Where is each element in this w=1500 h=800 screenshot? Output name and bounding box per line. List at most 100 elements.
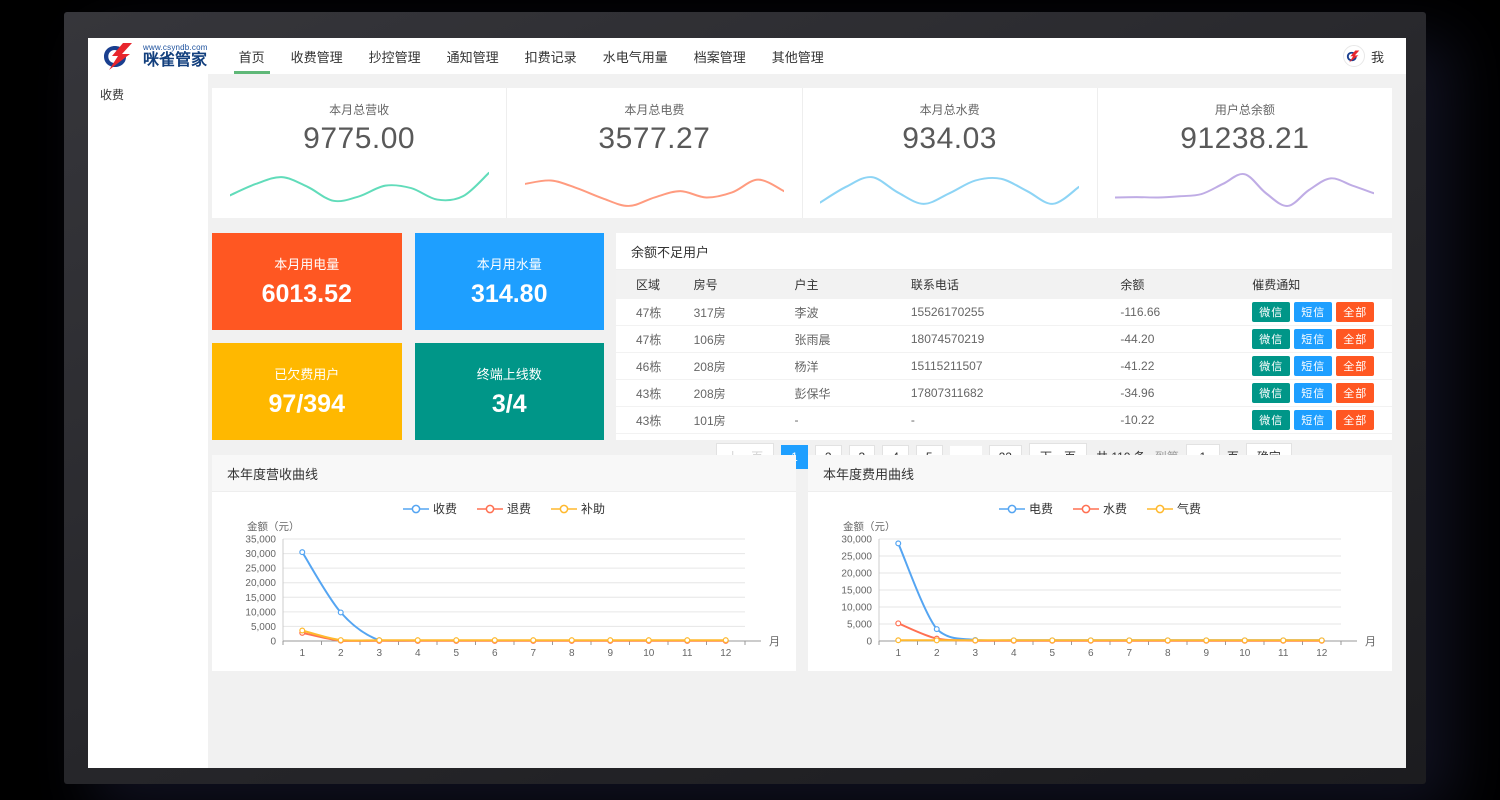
svg-text:25,000: 25,000 (841, 552, 872, 563)
notify-sms-button[interactable]: 短信 (1294, 383, 1332, 403)
stat-sparkline (230, 162, 489, 216)
nav-item-label: 通知管理 (447, 47, 499, 66)
nav-item-7[interactable]: 其他管理 (759, 38, 837, 74)
cell-owner: 彭保华 (794, 380, 910, 407)
nav-item-6[interactable]: 档案管理 (681, 38, 759, 74)
cell-actions: 微信短信全部 (1252, 380, 1392, 407)
notify-sms-button[interactable]: 短信 (1294, 329, 1332, 349)
svg-text:5: 5 (1049, 648, 1055, 659)
notify-wechat-button[interactable]: 微信 (1252, 329, 1290, 349)
legend-item-补助[interactable]: 补助 (551, 500, 605, 517)
notify-all-button[interactable]: 全部 (1336, 302, 1374, 322)
notify-wechat-button[interactable]: 微信 (1252, 302, 1290, 322)
svg-text:8: 8 (569, 648, 575, 659)
cell-phone: 17807311682 (911, 380, 1121, 407)
legend-marker-icon (1147, 504, 1173, 514)
cell-room: 208房 (694, 380, 795, 407)
svg-text:12: 12 (720, 648, 732, 659)
notify-wechat-button[interactable]: 微信 (1252, 410, 1290, 430)
column-header: 房号 (694, 270, 795, 299)
nav-item-0[interactable]: 首页 (226, 38, 278, 74)
svg-text:月: 月 (1365, 636, 1376, 648)
svg-text:0: 0 (866, 637, 872, 648)
table-row: 47栋317房李波15526170255-116.66微信短信全部 (616, 299, 1392, 326)
notify-all-button[interactable]: 全部 (1336, 329, 1374, 349)
nav-active-underline (364, 71, 426, 74)
nav-active-underline (689, 71, 751, 74)
nav-item-4[interactable]: 扣费记录 (512, 38, 590, 74)
notify-wechat-button[interactable]: 微信 (1252, 356, 1290, 376)
revenue-chart-legend: 收费 退费 补助 (212, 492, 796, 519)
svg-text:5,000: 5,000 (847, 620, 872, 631)
cell-actions: 微信短信全部 (1252, 353, 1392, 380)
metric-tile-1: 本月用水量314.80 (415, 233, 605, 330)
monitor-bezel: www.csyndb.com 咪雀管家 首页收费管理 抄控管理 通知管理扣费记录水电… (64, 12, 1426, 784)
sidebar-item-fees[interactable]: 收费 (100, 86, 196, 103)
legend-marker-icon (1073, 504, 1099, 514)
cell-room: 101房 (694, 407, 795, 434)
notify-all-button[interactable]: 全部 (1336, 383, 1374, 403)
brand-logo[interactable]: www.csyndb.com 咪雀管家 (102, 43, 208, 70)
legend-item-电费[interactable]: 电费 (999, 500, 1053, 517)
cell-room: 317房 (694, 299, 795, 326)
brand-logo-icon (102, 43, 138, 70)
nav-active-underline (598, 71, 673, 74)
nav-item-label: 其他管理 (772, 47, 824, 66)
svg-text:金额（元）: 金额（元） (247, 520, 300, 533)
nav-item-2[interactable]: 抄控管理 (356, 38, 434, 74)
nav-active-underline (442, 71, 504, 74)
stat-card-label: 本月总水费 (803, 101, 1097, 118)
low-balance-panel: 余额不足用户 区域房号户主联系电话余额催费通知 47栋317房李波1552617… (616, 233, 1392, 440)
column-header: 户主 (794, 270, 910, 299)
cost-chart-legend: 电费 水费 气费 (808, 492, 1392, 519)
svg-text:1: 1 (299, 648, 305, 659)
column-header: 催费通知 (1252, 270, 1392, 299)
legend-item-收费[interactable]: 收费 (403, 500, 457, 517)
legend-marker-icon (403, 504, 429, 514)
legend-item-退费[interactable]: 退费 (477, 500, 531, 517)
brand-name: 咪雀管家 (143, 53, 208, 69)
stat-card-label: 本月总营收 (212, 101, 506, 118)
revenue-chart-panel: 本年度营收曲线 收费退费补助 05,00010,00015,00020,0002… (212, 455, 796, 671)
legend-label: 收费 (433, 500, 457, 517)
low-balance-title: 余额不足用户 (616, 233, 1392, 270)
nav-item-label: 收费管理 (291, 47, 343, 66)
svg-text:8: 8 (1165, 648, 1171, 659)
svg-text:9: 9 (607, 648, 613, 659)
notify-wechat-button[interactable]: 微信 (1252, 383, 1290, 403)
svg-text:12: 12 (1316, 648, 1328, 659)
revenue-chart: 05,00010,00015,00020,00025,00030,00035,0… (221, 519, 787, 671)
nav-item-3[interactable]: 通知管理 (434, 38, 512, 74)
cell-phone: 15115211507 (911, 353, 1121, 380)
notify-all-button[interactable]: 全部 (1336, 356, 1374, 376)
top-header: www.csyndb.com 咪雀管家 首页收费管理 抄控管理 通知管理扣费记录水电… (88, 38, 1406, 74)
stat-card-2: 本月总水费 934.03 (803, 88, 1098, 218)
nav-item-1[interactable]: 收费管理 (278, 38, 356, 74)
legend-label: 水费 (1103, 500, 1127, 517)
metric-tile-label: 已欠费用户 (274, 364, 339, 383)
svg-text:11: 11 (682, 648, 693, 659)
legend-marker-icon (477, 504, 503, 514)
notify-sms-button[interactable]: 短信 (1294, 410, 1332, 430)
svg-text:20,000: 20,000 (245, 578, 276, 589)
notify-all-button[interactable]: 全部 (1336, 410, 1374, 430)
cell-balance: -41.22 (1120, 353, 1252, 380)
cell-phone: 15526170255 (911, 299, 1121, 326)
stat-card-value: 934.03 (803, 122, 1097, 156)
stat-card-1: 本月总电费3577.27 (507, 88, 802, 218)
notify-sms-button[interactable]: 短信 (1294, 302, 1332, 322)
nav-item-label: 抄控管理 (369, 47, 421, 66)
cell-phone: 18074570219 (911, 326, 1121, 353)
user-menu[interactable]: 我 (1343, 45, 1384, 67)
cell-room: 208房 (694, 353, 795, 380)
notify-sms-button[interactable]: 短信 (1294, 356, 1332, 376)
legend-label: 退费 (507, 500, 531, 517)
legend-item-水费[interactable]: 水费 (1073, 500, 1127, 517)
nav-item-5[interactable]: 水电气用量 (590, 38, 681, 74)
cell-owner: 李波 (794, 299, 910, 326)
stat-sparkline (525, 162, 784, 216)
table-header-row: 区域房号户主联系电话余额催费通知 (616, 270, 1392, 299)
svg-text:10,000: 10,000 (245, 607, 276, 618)
cell-balance: -116.66 (1120, 299, 1252, 326)
legend-item-气费[interactable]: 气费 (1147, 500, 1201, 517)
